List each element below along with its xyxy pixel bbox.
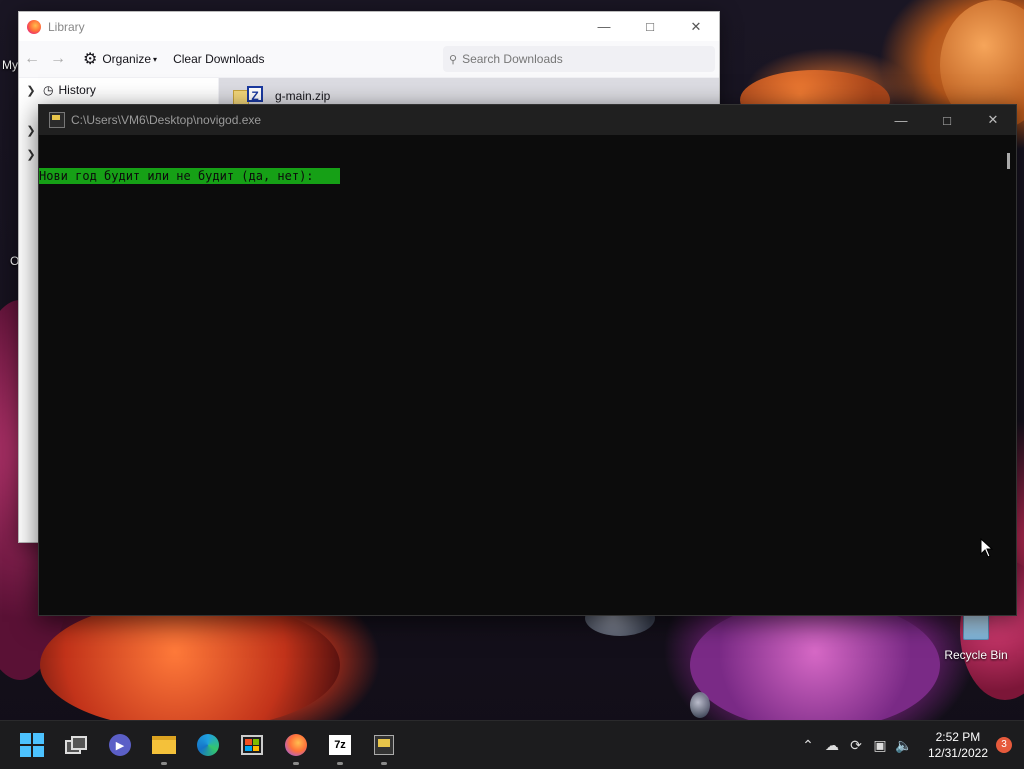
taskbar: ▶ 7z ⌃ ☁ ⟳ ▣ 🔈 2:52 PM 12/31/2022 3 (0, 720, 1024, 769)
video-call-icon: ▶ (109, 734, 131, 756)
search-downloads-input[interactable]: ⚲ Search Downloads (443, 46, 715, 72)
taskbar-app-7zip[interactable]: 7z (318, 723, 362, 767)
clock-time: 2:52 PM (935, 730, 981, 744)
system-tray: ⌃ ☁ ⟳ ▣ 🔈 2:52 PM 12/31/2022 3 (796, 729, 1024, 761)
clock-date: 12/31/2022 (927, 746, 988, 760)
console-app-icon (374, 735, 394, 755)
edge-icon (197, 734, 219, 756)
store-icon (241, 735, 263, 755)
firefox-icon (285, 734, 307, 756)
7zip-icon: 7z (329, 735, 351, 755)
zip-file-icon: Z (233, 86, 263, 106)
console-title-bar[interactable]: C:\Users\VM6\Desktop\novigod.exe — □ ✕ (39, 105, 1016, 135)
windows-logo-icon (20, 733, 44, 757)
wallpaper-shape (40, 600, 340, 730)
console-window[interactable]: C:\Users\VM6\Desktop\novigod.exe — □ ✕ Н… (38, 104, 1017, 616)
network-icon[interactable]: ▣ (868, 737, 892, 754)
sync-icon[interactable]: ⟳ (844, 737, 868, 754)
taskbar-app-meet[interactable]: ▶ (98, 723, 142, 767)
taskbar-app-file-explorer[interactable] (142, 723, 186, 767)
taskbar-app-firefox[interactable] (274, 723, 318, 767)
console-output-area[interactable]: Нови год будит или не будит (да, нет): (39, 135, 1016, 615)
recycle-bin-icon[interactable]: Recycle Bin (944, 610, 1008, 662)
wallpaper-bubble (690, 692, 710, 718)
close-button[interactable]: ✕ (673, 12, 719, 41)
taskbar-app-console[interactable] (362, 723, 406, 767)
forward-arrow-icon[interactable]: → (45, 50, 71, 68)
sidebar-item-label: History (58, 83, 96, 97)
minimize-button[interactable]: — (581, 12, 627, 41)
minimize-button[interactable]: — (878, 106, 924, 135)
download-filename: g-main.zip (275, 89, 331, 103)
library-title-bar[interactable]: Library — □ ✕ (19, 12, 719, 41)
recycle-bin-label: Recycle Bin (944, 648, 1008, 662)
chevron-up-icon[interactable]: ⌃ (796, 737, 820, 754)
chevron-right-icon[interactable]: ❯ (19, 84, 43, 97)
wallpaper-shape (690, 600, 940, 730)
onedrive-offline-icon[interactable]: ☁ (820, 737, 844, 754)
organize-button[interactable]: ⚙ Organize ▾ (83, 49, 157, 69)
gear-icon: ⚙ (83, 51, 98, 68)
sidebar-item-history[interactable]: ❯ ◷ History (19, 78, 218, 102)
desktop-icon-label-partial[interactable]: My (2, 58, 18, 72)
scrollbar-thumb[interactable] (1007, 153, 1010, 169)
mouse-cursor-icon (980, 538, 994, 558)
start-button[interactable] (10, 723, 54, 767)
console-prompt-line: Нови год будит или не будит (да, нет): (39, 168, 340, 184)
library-toolbar: ← → ⚙ Organize ▾ Clear Downloads ⚲ Searc… (19, 41, 719, 77)
folder-icon (152, 736, 176, 754)
close-button[interactable]: ✕ (970, 106, 1016, 135)
volume-icon[interactable]: 🔈 (892, 737, 916, 754)
console-window-title: C:\Users\VM6\Desktop\novigod.exe (71, 113, 262, 127)
search-placeholder: Search Downloads (462, 52, 563, 66)
clock[interactable]: 2:52 PM 12/31/2022 (928, 729, 988, 761)
search-icon: ⚲ (449, 53, 458, 66)
taskbar-app-edge[interactable] (186, 723, 230, 767)
notification-badge[interactable]: 3 (996, 737, 1012, 753)
chevron-down-icon: ▾ (153, 54, 158, 64)
firefox-icon (27, 19, 41, 34)
maximize-button[interactable]: □ (924, 106, 970, 135)
back-arrow-icon[interactable]: ← (19, 50, 45, 68)
task-view-button[interactable] (54, 723, 98, 767)
console-app-icon (49, 112, 65, 128)
clock-icon: ◷ (43, 83, 54, 97)
organize-label: Organize (102, 52, 152, 66)
maximize-button[interactable]: □ (627, 12, 673, 41)
task-view-icon (65, 736, 87, 754)
taskbar-app-store[interactable] (230, 723, 274, 767)
library-window-title: Library (48, 19, 85, 34)
clear-downloads-button[interactable]: Clear Downloads (173, 52, 264, 66)
